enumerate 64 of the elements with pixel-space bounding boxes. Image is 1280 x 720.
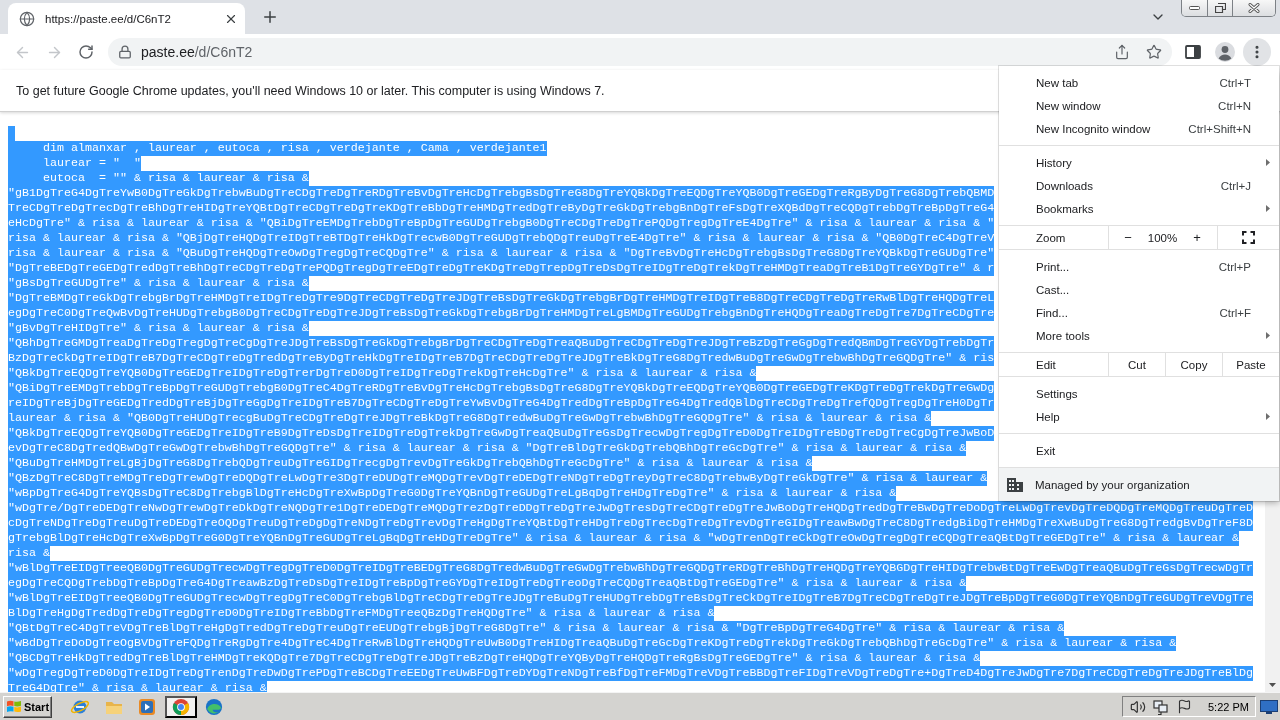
menu-item[interactable]: Cast... (999, 278, 1279, 301)
minimize-button[interactable] (1182, 0, 1207, 16)
browser-icon (205, 697, 223, 716)
menu-item[interactable]: New tab Ctrl+T (999, 71, 1279, 94)
infobar-message: To get future Google Chrome updates, you'll need Windows 10 or later. This computer is using Windows 7. (16, 83, 605, 98)
reload-icon (78, 44, 94, 60)
keyboard-shortcut: Ctrl+J (1220, 179, 1251, 192)
restore-icon (1214, 3, 1226, 13)
desktop-icon (1260, 699, 1278, 714)
share-button[interactable] (1114, 44, 1130, 60)
lock-icon (118, 45, 132, 59)
avatar-icon (1215, 42, 1235, 62)
keyboard-shortcut: Ctrl+T (1219, 76, 1251, 89)
menu-item[interactable]: History (999, 151, 1279, 174)
zoom-level: 100% (1147, 231, 1178, 244)
keyboard-shortcut: Ctrl+Shift+N (1188, 122, 1251, 135)
minimize-icon (1189, 6, 1200, 10)
menu-item[interactable]: Bookmarks (999, 197, 1279, 220)
menu-item[interactable]: Exit (999, 439, 1279, 462)
submenu-arrow-icon (1266, 332, 1270, 339)
menu-item[interactable]: Find... Ctrl+F (999, 301, 1279, 324)
menu-item[interactable]: Help (999, 405, 1279, 428)
menu-item[interactable]: New window Ctrl+N (999, 94, 1279, 117)
menu-item[interactable]: More tools (999, 324, 1279, 347)
menu-item[interactable]: Print... Ctrl+P (999, 255, 1279, 278)
menu-item[interactable]: Settings (999, 382, 1279, 405)
submenu-arrow-icon (1266, 205, 1270, 212)
star-icon (1146, 44, 1162, 60)
url-text: paste.ee/d/C6nT2 (141, 44, 253, 60)
flag-icon[interactable] (1177, 699, 1192, 714)
volume-icon[interactable] (1130, 698, 1146, 715)
bookmark-button[interactable] (1146, 44, 1162, 60)
edit-label: Edit (1036, 358, 1056, 371)
zoom-in-button[interactable]: + (1182, 226, 1212, 249)
submenu-arrow-icon (1266, 413, 1270, 420)
menu-button[interactable] (1243, 38, 1271, 66)
start-logo-icon (7, 700, 21, 713)
plus-icon (261, 8, 279, 26)
menu-item[interactable]: New Incognito window Ctrl+Shift+N (999, 117, 1279, 140)
taskbar-button[interactable] (164, 695, 197, 718)
clock: 5:22 PM (1208, 700, 1249, 713)
browser-tab[interactable]: https://paste.ee/d/C6nT2 (8, 3, 245, 34)
zoom-out-button[interactable]: − (1113, 226, 1143, 249)
close-window-button[interactable] (1232, 0, 1275, 16)
submenu-arrow-icon (1266, 159, 1270, 166)
keyboard-shortcut: Ctrl+F (1219, 306, 1251, 319)
restore-button[interactable] (1207, 0, 1232, 16)
network-icon[interactable] (1153, 698, 1169, 715)
browser-icon (171, 697, 190, 716)
share-icon (1114, 44, 1130, 60)
building-icon (1007, 477, 1023, 492)
managed-notice[interactable]: Managed by your organization (999, 468, 1279, 501)
menu-item[interactable]: Downloads Ctrl+J (999, 174, 1279, 197)
zoom-label: Zoom (1036, 231, 1066, 244)
play-icon (138, 697, 156, 716)
close-icon (1248, 3, 1260, 13)
globe-icon (19, 10, 35, 27)
caret-down-icon (1269, 682, 1276, 687)
start-button[interactable]: Start (3, 695, 52, 718)
keyboard-shortcut: Ctrl+P (1218, 260, 1251, 273)
keyboard-shortcut: Ctrl+N (1218, 99, 1251, 112)
fullscreen-icon (1242, 231, 1255, 244)
address-bar[interactable]: paste.ee/d/C6nT2 (108, 38, 1172, 66)
side-panel-icon (1185, 45, 1201, 59)
